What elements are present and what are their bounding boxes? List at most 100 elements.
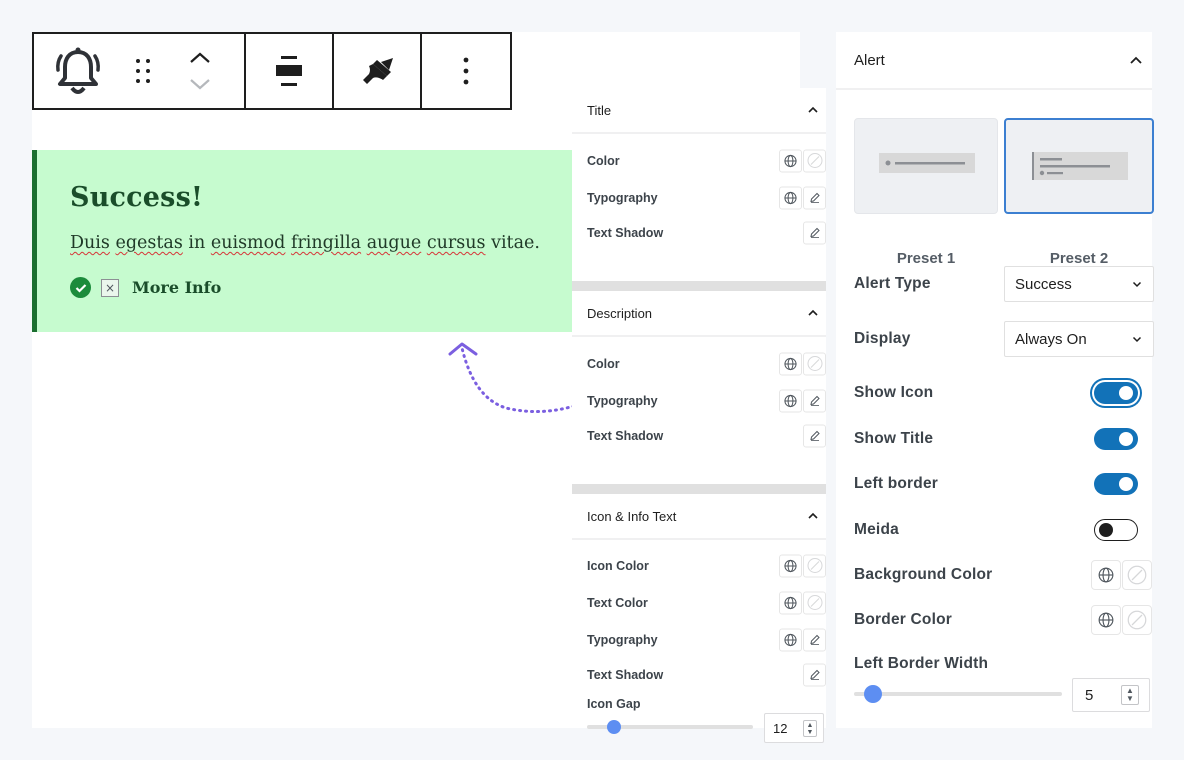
chevron-down-icon [1132,336,1142,343]
description-typography-row: Typography [572,382,826,419]
check-circle-icon [70,277,91,298]
media-row: Meida [854,519,1152,541]
show-title-toggle[interactable] [1094,428,1138,450]
pencil-icon[interactable] [803,186,826,209]
pencil-icon[interactable] [803,424,826,447]
background-color-row: Background Color [854,560,1152,590]
paintbrush-icon [363,58,393,84]
globe-icon[interactable] [779,591,802,614]
alert-block[interactable]: Success! Duis egestas in euismod fringil… [32,150,572,332]
slider-thumb[interactable] [607,720,621,734]
color-swatch-clear-icon[interactable] [803,591,826,614]
preset-1-thumbnail[interactable] [854,118,998,214]
more-vertical-icon [463,57,469,85]
chevron-down-icon [1132,281,1142,288]
chevron-up-icon [808,512,818,519]
border-color-row: Border Color [854,605,1152,635]
pencil-icon[interactable] [803,628,826,651]
section-heading: Description [587,305,653,321]
globe-icon[interactable] [779,186,802,209]
show-title-row: Show Title [854,428,1152,450]
left-border-width-row: Left Border Width [854,655,989,672]
alert-settings-panel: Alert Preset 1 Preset 2 Alert Type Succe… [836,32,1154,728]
chevron-up-icon [808,309,818,316]
chevron-up-icon [1130,56,1142,64]
style-inspector-panel: Title Color Typography Text Shadow Descr… [572,88,826,743]
globe-icon[interactable] [779,389,802,412]
media-toggle[interactable] [1094,519,1138,541]
alert-panel-header[interactable]: Alert [836,32,1152,90]
preset-2-label[interactable]: Preset 2 [1007,250,1151,267]
alert-more-info-row: × More Info [70,277,572,298]
left-border-row: Left border [854,473,1152,495]
icon-info-section-header[interactable]: Icon & Info Text [572,494,826,540]
preset-picker [854,118,1154,214]
slider-thumb[interactable] [864,685,882,703]
pencil-icon[interactable] [803,389,826,412]
show-icon-row: Show Icon [854,382,1152,404]
color-swatch-clear-icon[interactable] [803,149,826,172]
pencil-icon[interactable] [803,221,826,244]
icon-gap-row: Icon Gap 12 ▲ ▼ [572,691,826,743]
icon-gap-label: Icon Gap [587,697,641,711]
more-options-button[interactable] [422,34,510,108]
drag-handle-icon[interactable] [126,51,160,91]
align-button[interactable] [246,34,334,108]
panel-heading: Alert [854,51,885,69]
alert-type-select[interactable]: Success [1004,266,1154,302]
left-border-width-input[interactable]: 5 ▲ ▼ [1072,678,1150,712]
title-color-row: Color [572,142,826,179]
icon-color-row: Icon Color [572,547,826,584]
preset-2-preview-icon [1032,152,1128,180]
description-text-shadow-row: Text Shadow [572,419,826,452]
globe-icon[interactable] [1091,605,1121,635]
preset-2-thumbnail[interactable] [1004,118,1154,214]
alert-bell-icon[interactable] [54,46,102,96]
block-toolbar-group-block [34,34,246,108]
chevron-up-icon [808,106,818,113]
chevron-up-icon[interactable] [188,50,212,66]
description-color-row: Color [572,345,826,382]
left-border-toggle[interactable] [1094,473,1138,495]
display-select[interactable]: Always On [1004,321,1154,357]
globe-icon[interactable] [779,352,802,375]
title-text-shadow-row: Text Shadow [572,216,826,249]
show-icon-toggle[interactable] [1094,382,1138,404]
section-heading: Title [587,102,612,118]
globe-icon[interactable] [779,554,802,577]
color-swatch-clear-icon[interactable] [1122,560,1152,590]
styles-button[interactable] [334,34,422,108]
preset-1-preview-icon [879,153,975,173]
color-swatch-clear-icon[interactable] [803,352,826,375]
icon-gap-slider[interactable] [587,720,753,734]
preset-1-label[interactable]: Preset 1 [854,250,998,267]
stepper-icon[interactable]: ▲ ▼ [803,720,817,737]
more-info-link[interactable]: More Info [132,278,221,297]
text-color-row: Text Color [572,584,826,621]
title-typography-row: Typography [572,179,826,216]
stepper-icon[interactable]: ▲ ▼ [1121,685,1139,705]
globe-icon[interactable] [779,149,802,172]
title-section-header[interactable]: Title [572,88,826,134]
globe-icon[interactable] [779,628,802,651]
pencil-icon[interactable] [803,663,826,686]
block-toolbar [32,32,512,110]
display-row: Display Always On [854,321,1154,357]
alert-title[interactable]: Success! [70,182,572,213]
color-swatch-clear-icon[interactable] [1122,605,1152,635]
section-divider [572,484,826,494]
icon-typography-row: Typography [572,621,826,658]
icon-gap-input[interactable]: 12 ▲ ▼ [764,713,824,743]
dotted-arrow-icon [448,342,576,414]
icon-text-shadow-row: Text Shadow [572,658,826,691]
globe-icon[interactable] [1091,560,1121,590]
align-center-icon [276,56,302,86]
description-section-header[interactable]: Description [572,291,826,337]
chevron-down-icon[interactable] [188,76,212,92]
color-swatch-clear-icon[interactable] [803,554,826,577]
dismiss-icon[interactable]: × [101,278,119,297]
alert-description[interactable]: Duis egestas in euismod fringilla augue … [70,233,572,253]
left-border-width-slider[interactable] [854,685,1062,703]
section-heading: Icon & Info Text [587,508,677,524]
move-up-down-control [180,43,220,99]
